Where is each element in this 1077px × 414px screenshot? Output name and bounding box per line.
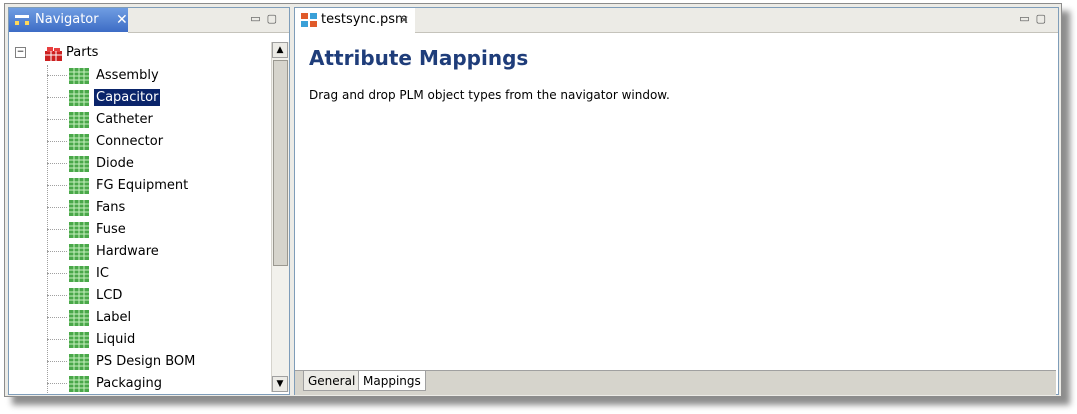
tree-connector — [47, 119, 67, 120]
editor-view: testsync.psm ✕ ▭▢ Attribute Mappings Dra… — [294, 7, 1059, 395]
part-type-icon — [69, 266, 89, 282]
tree-item-label: Packaging — [96, 376, 162, 391]
tree-connector — [47, 207, 67, 208]
navigator-tab-label: Navigator — [35, 12, 99, 27]
tree-connector — [47, 75, 67, 76]
tree-item-label: FG Equipment — [96, 178, 189, 193]
tree-item-label: PS Design BOM — [96, 354, 196, 369]
part-type-icon — [69, 112, 89, 128]
tree-item-label: IC — [96, 266, 109, 281]
part-type-icon — [69, 68, 89, 84]
tree-item[interactable]: FG Equipment — [47, 175, 257, 197]
collapse-icon[interactable]: − — [15, 47, 26, 58]
navigator-tab[interactable]: Navigator ✕ — [9, 8, 128, 32]
scroll-thumb[interactable] — [273, 60, 288, 266]
tree-connector — [47, 295, 67, 296]
part-type-icon — [69, 178, 89, 194]
tree-connector — [47, 185, 67, 186]
tree-item[interactable]: IC — [47, 263, 257, 285]
tree-item-label: Fuse — [96, 222, 126, 237]
tab-general[interactable]: General — [303, 371, 361, 391]
workbench-window: Navigator ✕ ▭▢ − Parts Assembly Capacitor… — [4, 3, 1062, 397]
editor-toolbar: ▭▢ — [415, 8, 1058, 33]
tree-root-label: Parts — [66, 45, 99, 60]
navigator-view: Navigator ✕ ▭▢ − Parts Assembly Capacitor… — [8, 7, 290, 395]
part-type-icon — [69, 134, 89, 150]
navigator-icon — [15, 15, 29, 25]
tree-item-label: Hardware — [96, 244, 159, 259]
minimize-icon[interactable]: ▭ — [1019, 12, 1035, 25]
tree-item[interactable]: PS Design BOM — [47, 351, 257, 373]
tree-connector — [47, 97, 67, 98]
tab-mappings[interactable]: Mappings — [358, 371, 426, 391]
tree-item[interactable]: Fans — [47, 197, 257, 219]
part-type-icon — [69, 200, 89, 216]
parts-tree: − Parts Assembly Capacitor Catheter Connect… — [9, 39, 267, 393]
editor-tab-label: testsync.psm — [321, 12, 408, 27]
tree-connector — [47, 141, 67, 142]
part-type-icon — [69, 288, 89, 304]
editor-tab[interactable]: testsync.psm ✕ — [295, 8, 416, 32]
tree-item-label: LCD — [96, 288, 123, 303]
minimize-icon[interactable]: ▭ — [250, 12, 266, 25]
tree-item[interactable]: Catheter — [47, 109, 257, 131]
tree-item-label: Catheter — [96, 112, 153, 127]
navigator-toolbar: ▭▢ — [128, 8, 289, 33]
tree-connector — [47, 339, 67, 340]
tree-item-label: Connector — [96, 134, 164, 149]
tree-connector — [47, 361, 67, 362]
editor-page-tabs: General Mappings — [295, 370, 1056, 395]
part-type-icon — [69, 244, 89, 260]
tree-item[interactable]: Capacitor — [47, 87, 257, 109]
tree-item-label: Diode — [96, 156, 134, 171]
tree-connector — [47, 273, 67, 274]
maximize-icon[interactable]: ▢ — [267, 12, 283, 25]
navigator-scrollbar[interactable]: ▲ ▼ — [271, 42, 289, 392]
tree-connector — [47, 251, 67, 252]
part-type-icon — [69, 90, 89, 106]
psm-file-icon — [301, 13, 317, 27]
tree-item[interactable]: Connector — [47, 131, 257, 153]
tree-item[interactable]: Label — [47, 307, 257, 329]
tree-item-label: Assembly — [96, 68, 159, 83]
maximize-icon[interactable]: ▢ — [1036, 12, 1052, 25]
tree-item-label: Label — [96, 310, 132, 325]
part-type-icon — [69, 222, 89, 238]
tree-item[interactable]: Assembly — [47, 65, 257, 87]
tree-item-label: Fans — [96, 200, 126, 215]
page-title: Attribute Mappings — [309, 46, 529, 70]
instructions-text: Drag and drop PLM object types from the … — [309, 88, 670, 102]
tree-connector — [47, 163, 67, 164]
close-icon[interactable]: ✕ — [399, 8, 409, 32]
parts-folder-icon — [45, 47, 62, 61]
tree-item[interactable]: Packaging — [47, 373, 257, 393]
close-icon[interactable]: ✕ — [116, 8, 128, 32]
tree-item[interactable]: Diode — [47, 153, 257, 175]
scroll-down-button[interactable]: ▼ — [272, 376, 288, 392]
tree-item-label: Liquid — [96, 332, 136, 347]
tree-item[interactable]: Hardware — [47, 241, 257, 263]
part-type-icon — [69, 354, 89, 370]
tree-item[interactable]: Fuse — [47, 219, 257, 241]
part-type-icon — [69, 156, 89, 172]
tree-connector — [47, 229, 67, 230]
part-type-icon — [69, 332, 89, 348]
tree-connector — [47, 317, 67, 318]
part-type-icon — [69, 376, 89, 392]
part-type-icon — [69, 310, 89, 326]
scroll-up-button[interactable]: ▲ — [272, 42, 288, 58]
tree-item[interactable]: LCD — [47, 285, 257, 307]
tree-item[interactable]: Liquid — [47, 329, 257, 351]
tree-item-label: Capacitor — [92, 88, 162, 107]
tree-connector — [47, 383, 67, 384]
